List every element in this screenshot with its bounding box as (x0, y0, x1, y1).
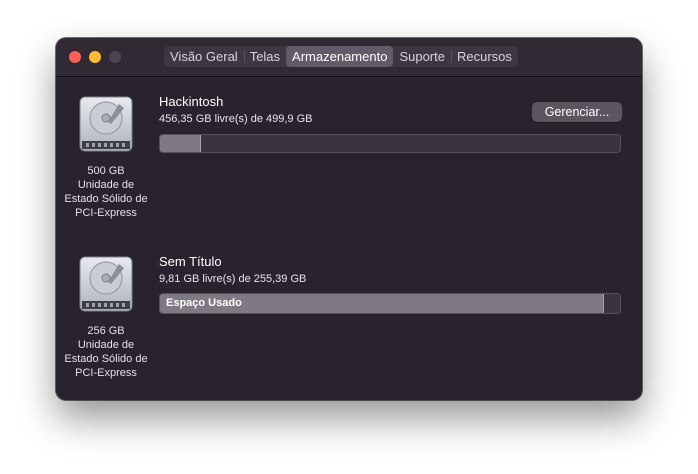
disk-type-line: PCI-Express (75, 367, 137, 379)
tab-support[interactable]: Suporte (393, 46, 451, 67)
manage-button[interactable]: Gerenciar... (532, 102, 622, 122)
volume-free-space: 9,81 GB livre(s) de 255,39 GB (159, 273, 307, 285)
disk-capacity: 500 GB (87, 165, 125, 177)
volume-free-space: 456,35 GB livre(s) de 499,9 GB (159, 113, 313, 125)
internal-drive-icon (79, 256, 133, 312)
tab-bar: Visão Geral Telas Armazenamento Suporte … (164, 46, 518, 67)
disk-type-line: Estado Sólido de (64, 193, 148, 205)
minimize-button[interactable] (89, 51, 101, 63)
title-bar: Visão Geral Telas Armazenamento Suporte … (56, 38, 642, 77)
zoom-button[interactable] (109, 51, 121, 63)
tab-displays[interactable]: Telas (243, 46, 286, 67)
disk-caption: 500 GB Unidade de Estado Sólido de PCI-E… (58, 164, 154, 220)
disk-type-line: Estado Sólido de (64, 353, 148, 365)
storage-used-label: Espaço Usado (166, 297, 242, 309)
tab-overview[interactable]: Visão Geral (164, 46, 244, 67)
storage-usage-bar (159, 134, 621, 153)
disk-caption: 256 GB Unidade de Estado Sólido de PCI-E… (58, 324, 154, 380)
tab-storage[interactable]: Armazenamento (286, 46, 394, 67)
storage-usage-bar: Espaço Usado (159, 293, 621, 314)
storage-used-fill (160, 135, 202, 152)
internal-drive-icon (79, 96, 133, 152)
about-this-mac-window: Visão Geral Telas Armazenamento Suporte … (56, 38, 642, 400)
volume-name: Sem Título (159, 254, 222, 269)
tab-resources[interactable]: Recursos (450, 46, 518, 67)
close-button[interactable] (69, 51, 81, 63)
disk-type-line: PCI-Express (75, 207, 137, 219)
disk-capacity: 256 GB (87, 325, 125, 337)
volume-name: Hackintosh (159, 94, 224, 109)
disk-type-line: Unidade de (77, 339, 135, 351)
disk-type-line: Unidade de (77, 179, 135, 191)
